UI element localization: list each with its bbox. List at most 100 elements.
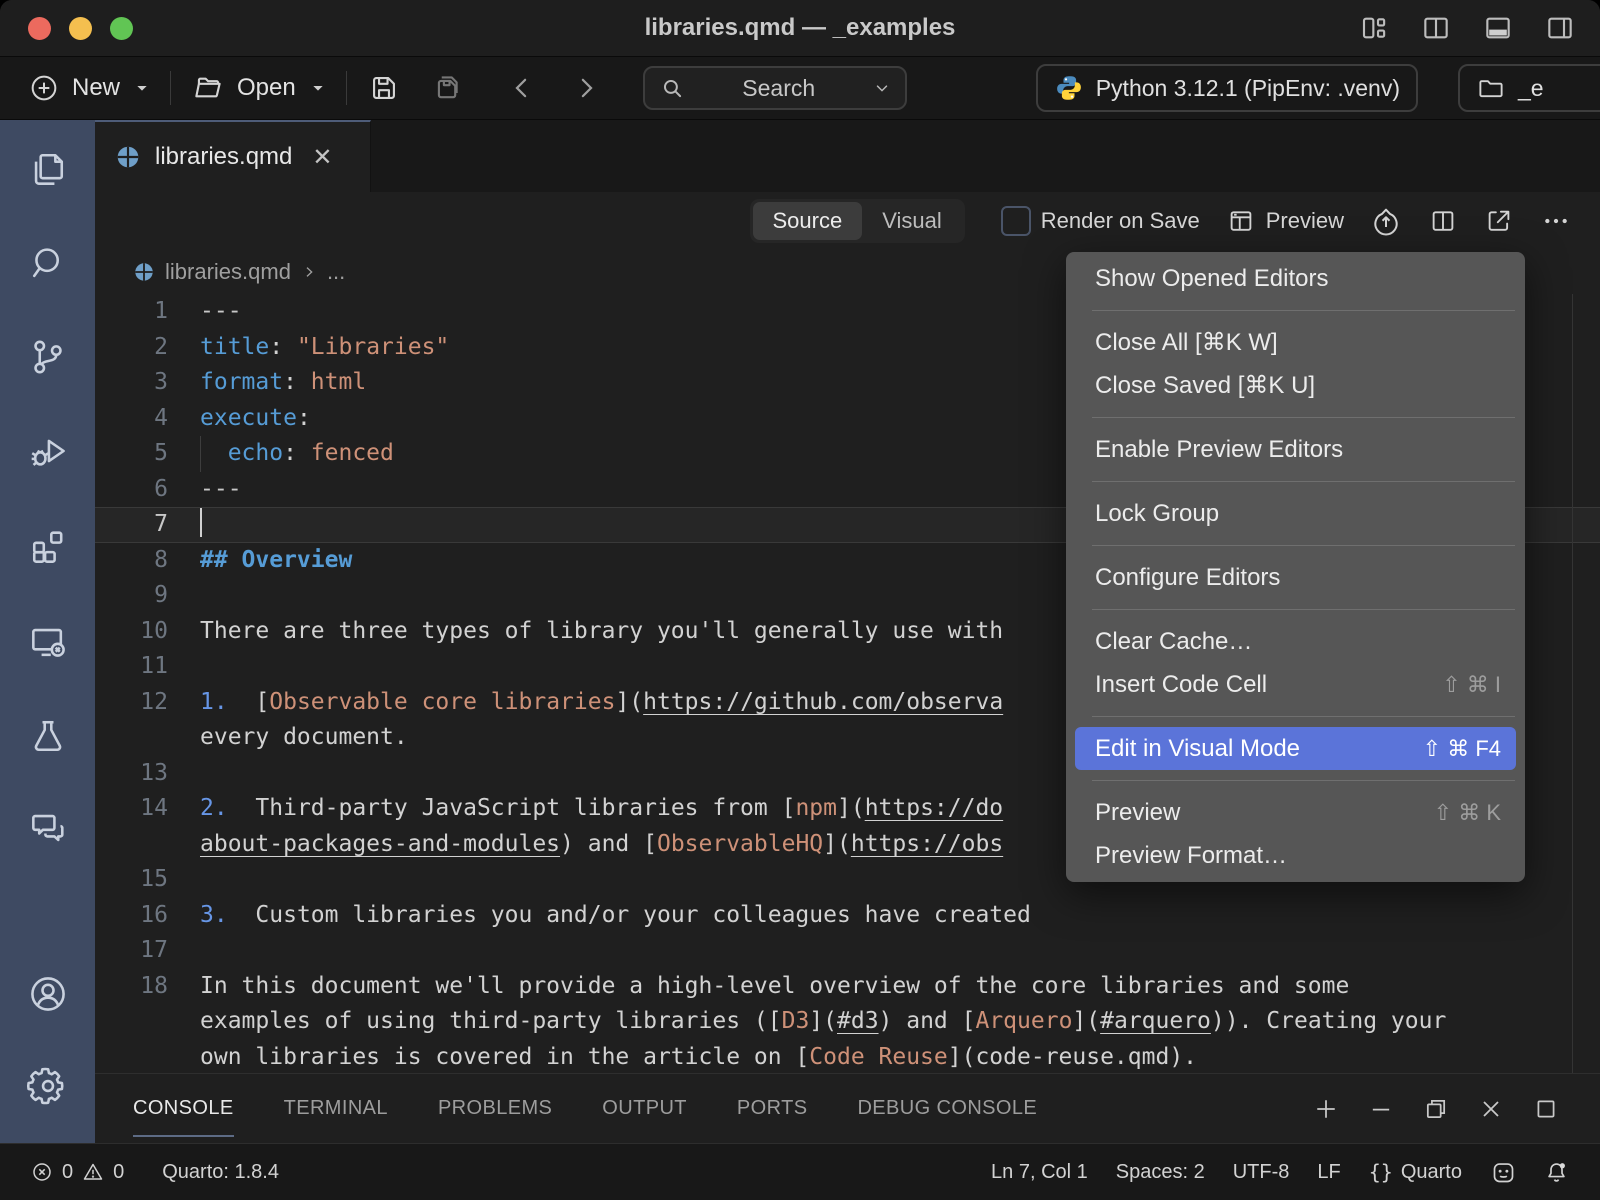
interpreter-selector[interactable]: Python 3.12.1 (PipEnv: .venv)	[1036, 64, 1418, 112]
panel-tab-debug-console[interactable]: DEBUG CONSOLE	[857, 1074, 1037, 1143]
minimize-window-button[interactable]	[69, 17, 92, 40]
quarto-version-status[interactable]: Quarto: 1.8.4	[162, 1161, 279, 1184]
breadcrumb-more[interactable]: ...	[327, 259, 345, 285]
code-text: title: "Libraries"	[200, 330, 449, 366]
menu-item-close-saved-k-u[interactable]: Close Saved [⌘K U]	[1066, 364, 1525, 407]
visual-mode-button[interactable]: Visual	[862, 202, 962, 240]
line-number: 3	[95, 365, 168, 401]
settings-icon[interactable]	[25, 1063, 71, 1109]
comments-icon[interactable]	[25, 805, 71, 851]
zoom-window-button[interactable]	[110, 17, 133, 40]
line-number: 18	[95, 969, 168, 1005]
python-icon	[1054, 73, 1084, 103]
line-number: 17	[95, 933, 168, 969]
notifications-button[interactable]	[1543, 1159, 1570, 1186]
code-text: own libraries is covered in the article …	[200, 1040, 1197, 1074]
panel-tab-output[interactable]: OUTPUT	[602, 1074, 687, 1143]
chevron-down-icon	[134, 80, 150, 96]
problems-status[interactable]: 0 0	[30, 1160, 124, 1184]
render-button[interactable]	[1370, 205, 1402, 237]
code-line-18[interactable]: 18In this document we'll provide a high-…	[95, 969, 1600, 1005]
explorer-icon[interactable]	[25, 146, 71, 192]
customize-layout-icon[interactable]	[1356, 10, 1392, 46]
code-line-16[interactable]: 163. Custom libraries you and/or your co…	[95, 898, 1600, 934]
open-new-window-button[interactable]	[1484, 206, 1514, 236]
restore-panel-button[interactable]	[1422, 1095, 1450, 1123]
activity-bar	[0, 120, 95, 1143]
open-button[interactable]: Open	[191, 71, 326, 105]
status-encoding[interactable]: UTF-8	[1233, 1161, 1290, 1184]
search-input[interactable]: Search	[643, 66, 907, 110]
plus-circle-icon	[28, 72, 60, 104]
split-editor-button[interactable]	[1428, 206, 1458, 236]
account-icon[interactable]	[25, 971, 71, 1017]
extensions-icon[interactable]	[25, 524, 71, 570]
braces-icon: {}	[1369, 1160, 1393, 1184]
render-on-save-checkbox[interactable]	[1001, 206, 1031, 236]
save-button[interactable]	[367, 71, 401, 105]
chevron-down-icon	[873, 79, 891, 97]
panel-tab-terminal[interactable]: TERMINAL	[284, 1074, 388, 1143]
split-editor-layout-icon[interactable]	[1418, 10, 1454, 46]
more-actions-button[interactable]	[1540, 205, 1572, 237]
search-icon[interactable]	[25, 240, 71, 286]
menu-item-enable-preview-editors[interactable]: Enable Preview Editors	[1066, 428, 1525, 471]
workspace-button[interactable]: _e	[1458, 64, 1600, 112]
code-text: every document.	[200, 720, 408, 756]
menu-item-preview-format[interactable]: Preview Format…	[1066, 834, 1525, 877]
menu-item-edit-in-visual-mode[interactable]: Edit in Visual Mode⇧ ⌘ F4	[1075, 727, 1516, 770]
preview-button[interactable]: Preview	[1226, 206, 1344, 236]
status-indentation[interactable]: Spaces: 2	[1116, 1161, 1205, 1184]
source-mode-button[interactable]: Source	[753, 202, 863, 240]
menu-item-insert-code-cell[interactable]: Insert Code Cell⇧ ⌘ I	[1066, 663, 1525, 706]
forward-button[interactable]	[571, 73, 601, 103]
interpreter-label: Python 3.12.1 (PipEnv: .venv)	[1096, 75, 1400, 102]
source-control-icon[interactable]	[25, 334, 71, 380]
close-panel-button[interactable]	[1477, 1095, 1505, 1123]
panel-tab-ports[interactable]: PORTS	[737, 1074, 808, 1143]
panel-tab-problems[interactable]: PROBLEMS	[438, 1074, 552, 1143]
line-number: 1	[95, 294, 168, 330]
line-number: 13	[95, 756, 168, 792]
menu-item-configure-editors[interactable]: Configure Editors	[1066, 556, 1525, 599]
forward-icon	[571, 73, 601, 103]
code-text: ## Overview	[200, 543, 352, 579]
sessions-icon[interactable]	[25, 619, 71, 665]
back-button[interactable]	[507, 73, 537, 103]
menu-item-clear-cache[interactable]: Clear Cache…	[1066, 620, 1525, 663]
warning-icon	[81, 1160, 105, 1184]
toggle-panel-icon[interactable]	[1480, 10, 1516, 46]
testing-icon[interactable]	[25, 713, 71, 759]
status-eol[interactable]: LF	[1317, 1161, 1340, 1184]
new-button[interactable]: New	[28, 72, 150, 104]
breadcrumb-file[interactable]: libraries.qmd	[165, 259, 291, 285]
run-debug-icon[interactable]	[25, 428, 71, 474]
language-mode-status[interactable]: {} Quarto	[1369, 1160, 1462, 1184]
code-line-18-wrap2[interactable]: own libraries is covered in the article …	[95, 1040, 1600, 1074]
status-cursor-position[interactable]: Ln 7, Col 1	[991, 1161, 1088, 1184]
menu-item-label: Lock Group	[1095, 500, 1219, 528]
tab-strip: libraries.qmd ✕	[95, 120, 1600, 192]
code-text: examples of using third-party libraries …	[200, 1004, 1446, 1040]
menu-item-label: Edit in Visual Mode	[1095, 735, 1300, 763]
save-all-button[interactable]	[429, 71, 463, 105]
code-line-17[interactable]: 17	[95, 933, 1600, 969]
panel-tab-console[interactable]: CONSOLE	[133, 1074, 234, 1143]
close-tab-icon[interactable]: ✕	[312, 143, 332, 172]
preview-icon	[1226, 206, 1256, 236]
code-line-18-wrap1[interactable]: examples of using third-party libraries …	[95, 1004, 1600, 1040]
menu-item-lock-group[interactable]: Lock Group	[1066, 492, 1525, 535]
maximize-panel-button[interactable]	[1532, 1095, 1560, 1123]
close-window-button[interactable]	[28, 17, 51, 40]
menu-item-preview[interactable]: Preview⇧ ⌘ K	[1066, 791, 1525, 834]
menu-item-close-all-k-w[interactable]: Close All [⌘K W]	[1066, 321, 1525, 364]
tab-libraries-qmd[interactable]: libraries.qmd ✕	[95, 120, 371, 192]
menu-item-show-opened-editors[interactable]: Show Opened Editors	[1066, 257, 1525, 300]
minimize-panel-button[interactable]	[1367, 1095, 1395, 1123]
line-number	[95, 1040, 168, 1074]
toggle-secondary-sidebar-icon[interactable]	[1542, 10, 1578, 46]
add-console-button[interactable]	[1312, 1095, 1340, 1123]
maximize-icon	[1532, 1095, 1560, 1123]
minimize-icon	[1367, 1095, 1395, 1123]
feedback-button[interactable]	[1490, 1159, 1517, 1186]
